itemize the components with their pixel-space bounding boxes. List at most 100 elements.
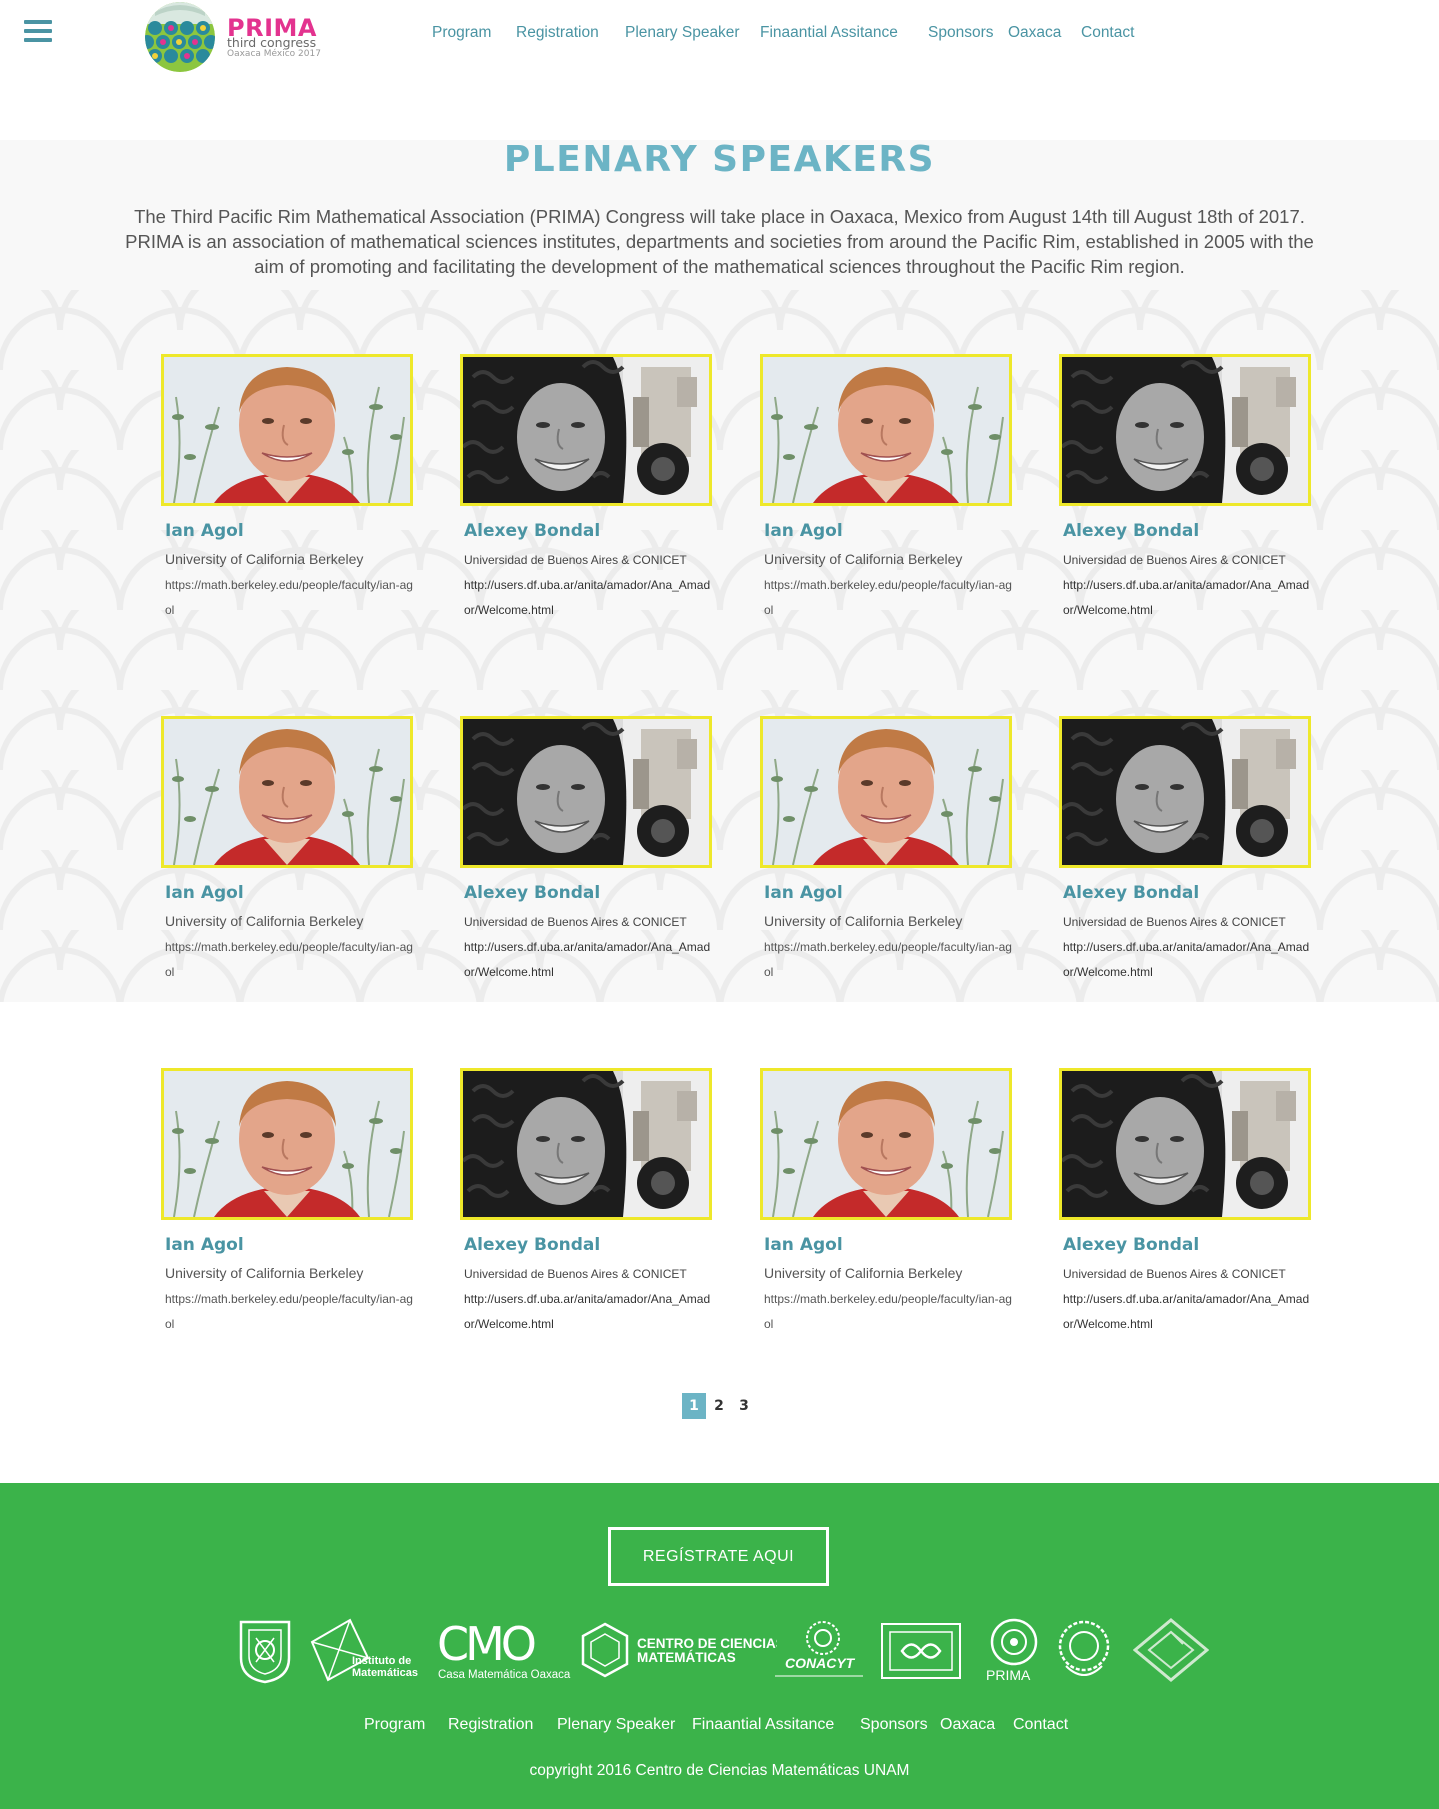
speaker-url-link[interactable]: http://users.df.uba.ar/anita/amador/Ana_… bbox=[464, 1287, 714, 1337]
speaker-name[interactable]: Ian Agol bbox=[764, 521, 843, 541]
speaker-card[interactable]: Ian Agol University of California Berkele… bbox=[161, 716, 413, 991]
speaker-url-link[interactable]: http://users.df.uba.ar/anita/amador/Ana_… bbox=[1063, 935, 1313, 985]
speaker-name[interactable]: Alexey Bondal bbox=[1063, 1235, 1199, 1255]
nav-plenary-speaker[interactable]: Plenary Speaker bbox=[625, 24, 740, 42]
speaker-photo[interactable] bbox=[1059, 1068, 1311, 1220]
cmo-mark: CMO bbox=[437, 1618, 535, 1671]
speaker-affiliation: University of California Berkeley bbox=[165, 913, 364, 929]
speaker-affiliation: University of California Berkeley bbox=[165, 1265, 364, 1281]
centro-ciencias-matematicas-logo[interactable]: CENTRO DE CIENCIAS MATEMÁTICAS bbox=[577, 1618, 777, 1684]
speaker-affiliation: University of California Berkeley bbox=[165, 551, 364, 567]
speaker-affiliation: Universidad de Buenos Aires & CONICET bbox=[1063, 915, 1286, 929]
nav-oaxaca[interactable]: Oaxaca bbox=[1008, 24, 1061, 42]
speaker-photo[interactable] bbox=[1059, 354, 1311, 506]
speaker-name[interactable]: Alexey Bondal bbox=[464, 521, 600, 541]
logo-tagline: Oaxaca México 2017 bbox=[227, 49, 321, 59]
speaker-photo[interactable] bbox=[760, 1068, 1012, 1220]
instituto-matematicas-logo[interactable]: Instituto de Matemáticas bbox=[310, 1618, 422, 1684]
copyright-text: copyright 2016 Centro de Ciencias Matemá… bbox=[529, 1762, 910, 1779]
speaker-name[interactable]: Alexey Bondal bbox=[464, 883, 600, 903]
main-nav: Program Registration Plenary Speaker Fin… bbox=[0, 24, 1439, 44]
speaker-url-link[interactable]: https://math.berkeley.edu/people/faculty… bbox=[165, 935, 415, 985]
speaker-url-link[interactable]: https://math.berkeley.edu/people/faculty… bbox=[165, 573, 415, 623]
speaker-affiliation: Universidad de Buenos Aires & CONICET bbox=[464, 1267, 687, 1281]
nav-sponsors[interactable]: Sponsors bbox=[928, 24, 993, 42]
speaker-name[interactable]: Ian Agol bbox=[764, 883, 843, 903]
speaker-photo[interactable] bbox=[161, 716, 413, 868]
speaker-card[interactable]: Alexey Bondal Universidad de Buenos Aires… bbox=[1059, 1068, 1311, 1343]
speaker-name[interactable]: Ian Agol bbox=[165, 883, 244, 903]
nav-registration[interactable]: Registration bbox=[516, 24, 599, 42]
footer-nav-registration[interactable]: Registration bbox=[448, 1716, 533, 1734]
speaker-card[interactable]: Alexey Bondal Universidad de Buenos Aires… bbox=[460, 1068, 712, 1343]
footer-nav: Program Registration Plenary Speaker Fin… bbox=[0, 1716, 1439, 1736]
nav-program[interactable]: Program bbox=[432, 24, 491, 42]
speaker-url-link[interactable]: https://math.berkeley.edu/people/faculty… bbox=[764, 1287, 1014, 1337]
speaker-affiliation: University of California Berkeley bbox=[764, 1265, 963, 1281]
nav-financial-assistance[interactable]: Finaantial Assitance bbox=[760, 24, 898, 42]
speaker-photo[interactable] bbox=[760, 354, 1012, 506]
diamond-logo-icon[interactable] bbox=[1133, 1618, 1209, 1684]
footer-nav-contact[interactable]: Contact bbox=[1013, 1716, 1068, 1734]
speaker-card[interactable]: Ian Agol University of California Berkele… bbox=[760, 716, 1012, 991]
speaker-name[interactable]: Alexey Bondal bbox=[1063, 521, 1199, 541]
speaker-url-link[interactable]: https://math.berkeley.edu/people/faculty… bbox=[764, 573, 1014, 623]
footer-nav-plenary-speaker[interactable]: Plenary Speaker bbox=[557, 1716, 675, 1734]
instituto-line2: Matemáticas bbox=[352, 1667, 418, 1679]
speaker-card[interactable]: Ian Agol University of California Berkele… bbox=[161, 1068, 413, 1343]
speaker-url-link[interactable]: https://math.berkeley.edu/people/faculty… bbox=[165, 1287, 415, 1337]
page-title: PLENARY SPEAKERS bbox=[503, 139, 936, 180]
university-seal-icon[interactable] bbox=[1052, 1618, 1116, 1684]
speaker-url-link[interactable]: http://users.df.uba.ar/anita/amador/Ana_… bbox=[464, 573, 714, 623]
prima-footer-logo[interactable]: PRIMA bbox=[983, 1618, 1045, 1684]
speaker-card[interactable]: Alexey Bondal Universidad de Buenos Aires… bbox=[1059, 716, 1311, 991]
site-header: PRIMA third congress Oaxaca México 2017 … bbox=[0, 0, 1439, 72]
speaker-affiliation: University of California Berkeley bbox=[764, 913, 963, 929]
speaker-affiliation: Universidad de Buenos Aires & CONICET bbox=[464, 915, 687, 929]
footer-nav-oaxaca[interactable]: Oaxaca bbox=[940, 1716, 995, 1734]
speaker-photo[interactable] bbox=[460, 1068, 712, 1220]
sponsor-logos: Instituto de Matemáticas CMO Casa Matemá… bbox=[0, 1618, 1439, 1688]
speaker-photo[interactable] bbox=[1059, 716, 1311, 868]
footer-nav-program[interactable]: Program bbox=[364, 1716, 425, 1734]
speaker-card[interactable]: Ian Agol University of California Berkele… bbox=[760, 354, 1012, 629]
cmo-logo[interactable]: CMO Casa Matemática Oaxaca bbox=[437, 1618, 573, 1684]
speaker-affiliation: Universidad de Buenos Aires & CONICET bbox=[1063, 553, 1286, 567]
centro-line2: MATEMÁTICAS bbox=[637, 1650, 736, 1665]
speaker-url-link[interactable]: https://math.berkeley.edu/people/faculty… bbox=[764, 935, 1014, 985]
page-3-button[interactable]: 3 bbox=[732, 1393, 756, 1419]
speaker-name[interactable]: Ian Agol bbox=[165, 521, 244, 541]
nav-contact[interactable]: Contact bbox=[1081, 24, 1134, 42]
speaker-photo[interactable] bbox=[460, 716, 712, 868]
speaker-name[interactable]: Ian Agol bbox=[764, 1235, 843, 1255]
footer-nav-sponsors[interactable]: Sponsors bbox=[860, 1716, 928, 1734]
page-1-button[interactable]: 1 bbox=[682, 1393, 706, 1419]
speaker-affiliation: Universidad de Buenos Aires & CONICET bbox=[1063, 1267, 1286, 1281]
speaker-card[interactable]: Ian Agol University of California Berkele… bbox=[760, 1068, 1012, 1343]
intro-paragraph: The Third Pacific Rim Mathematical Assoc… bbox=[125, 206, 1314, 277]
speaker-affiliation: University of California Berkeley bbox=[764, 551, 963, 567]
speaker-photo[interactable] bbox=[161, 354, 413, 506]
speaker-name[interactable]: Ian Agol bbox=[165, 1235, 244, 1255]
speaker-url-link[interactable]: http://users.df.uba.ar/anita/amador/Ana_… bbox=[1063, 573, 1313, 623]
conacyt-mark: CONACYT bbox=[785, 1655, 856, 1671]
register-button[interactable]: REGÍSTRATE AQUI bbox=[608, 1527, 829, 1586]
speaker-card[interactable]: Alexey Bondal Universidad de Buenos Aires… bbox=[1059, 354, 1311, 629]
page-2-button[interactable]: 2 bbox=[707, 1393, 731, 1419]
speaker-affiliation: Universidad de Buenos Aires & CONICET bbox=[464, 553, 687, 567]
speaker-photo[interactable] bbox=[460, 354, 712, 506]
speaker-url-link[interactable]: http://users.df.uba.ar/anita/amador/Ana_… bbox=[464, 935, 714, 985]
speaker-url-link[interactable]: http://users.df.uba.ar/anita/amador/Ana_… bbox=[1063, 1287, 1313, 1337]
speaker-name[interactable]: Alexey Bondal bbox=[1063, 883, 1199, 903]
speaker-card[interactable]: Alexey Bondal Universidad de Buenos Aires… bbox=[460, 716, 712, 991]
cmo-caption: Casa Matemática Oaxaca bbox=[438, 1669, 571, 1681]
speaker-card[interactable]: Alexey Bondal Universidad de Buenos Aires… bbox=[460, 354, 712, 629]
speaker-photo[interactable] bbox=[760, 716, 1012, 868]
speaker-photo[interactable] bbox=[161, 1068, 413, 1220]
footer-nav-financial-assistance[interactable]: Finaantial Assitance bbox=[692, 1716, 834, 1734]
speaker-card[interactable]: Ian Agol University of California Berkele… bbox=[161, 354, 413, 629]
speaker-name[interactable]: Alexey Bondal bbox=[464, 1235, 600, 1255]
academia-mexicana-ciencias-logo[interactable] bbox=[878, 1618, 964, 1684]
conacyt-logo[interactable]: CONACYT bbox=[773, 1618, 865, 1684]
unam-crest-icon[interactable] bbox=[237, 1618, 293, 1684]
